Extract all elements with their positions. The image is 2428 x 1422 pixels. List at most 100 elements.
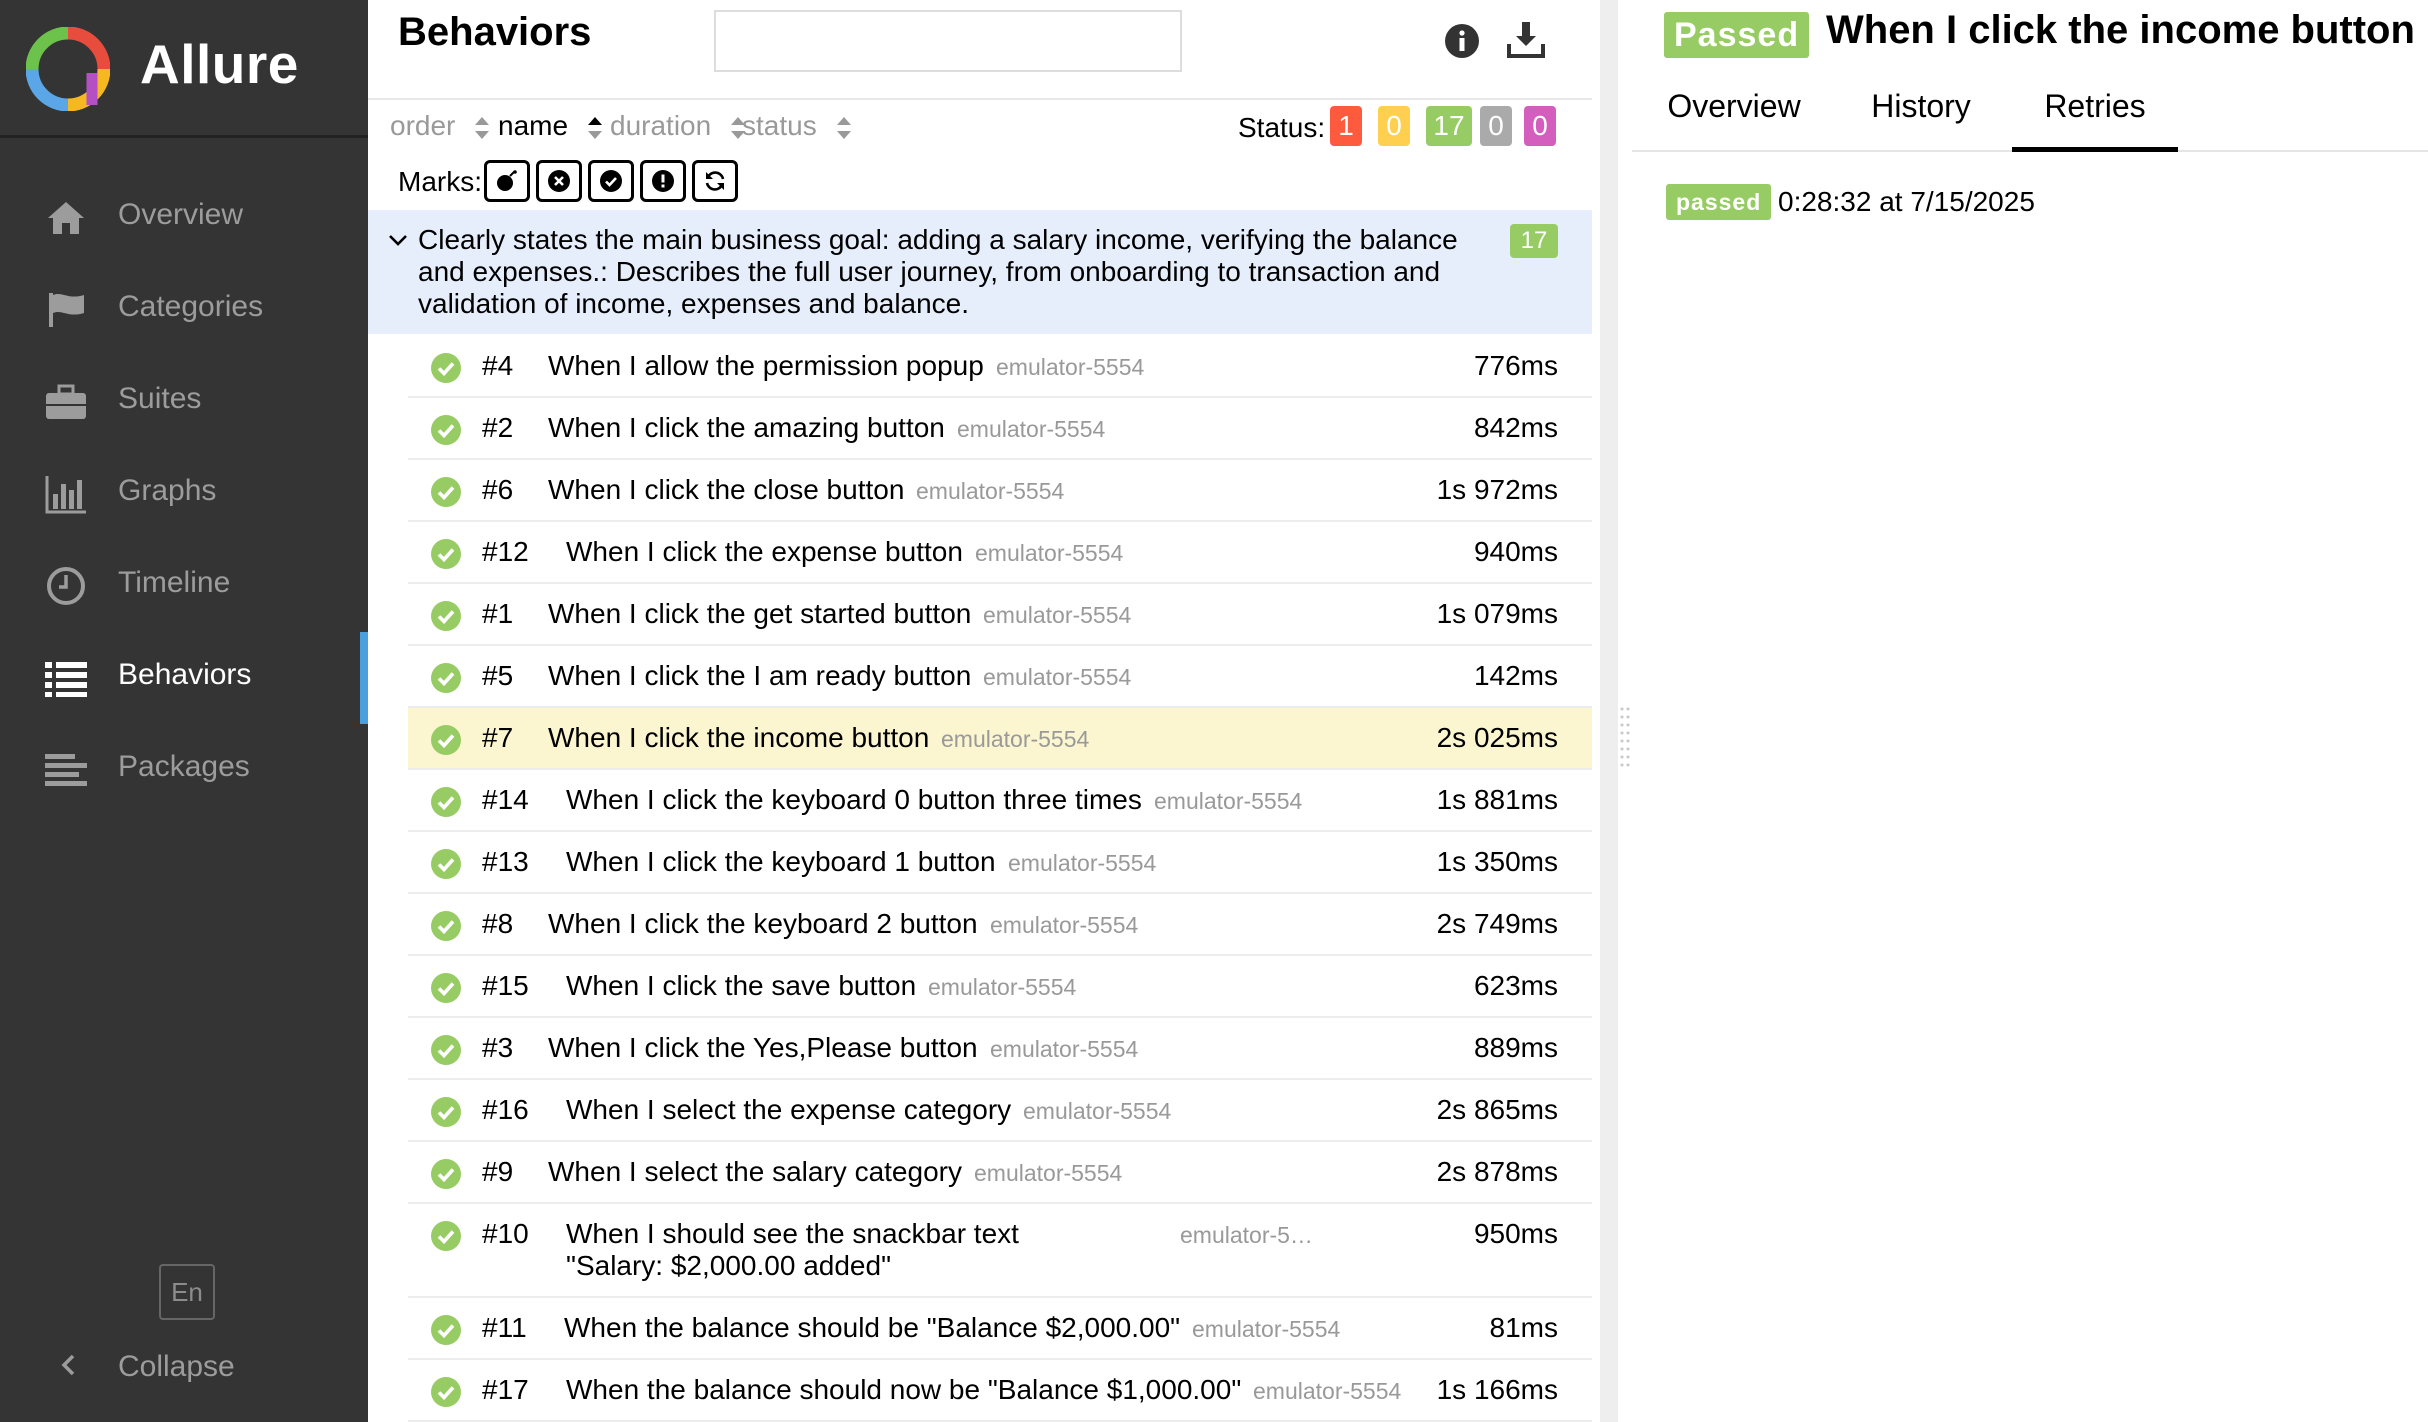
test-host: emulator-5554 — [1154, 788, 1303, 814]
check-circle-icon — [431, 415, 461, 445]
sidebar-item-overview[interactable]: Overview — [0, 172, 368, 264]
tab-retries[interactable]: Retries — [2012, 88, 2178, 152]
sort-arrows-icon — [836, 116, 851, 139]
test-number: #12 — [482, 536, 529, 567]
test-row[interactable]: #12 When I click the expense button emulat… — [408, 522, 1592, 584]
test-host: emulator-5554 — [975, 540, 1124, 566]
test-host: emulator-5554 — [990, 912, 1139, 938]
test-row[interactable]: #8 When I click the keyboard 2 button emul… — [408, 894, 1592, 956]
test-row[interactable]: #10 When I should see the snackbar text "… — [408, 1204, 1592, 1298]
sidebar-item-label: Timeline — [118, 566, 231, 599]
info-icon[interactable] — [1444, 23, 1480, 59]
detail-tabs: Overview History Retries — [1632, 80, 2428, 152]
test-duration: 81ms — [1489, 1312, 1558, 1343]
collapse-label: Collapse — [118, 1350, 235, 1383]
test-host: emulator-5554 — [983, 664, 1132, 690]
status-unknown-badge[interactable]: 0 — [1524, 106, 1556, 146]
test-row[interactable]: #16 When I select the expense category emu… — [408, 1080, 1592, 1142]
page-title: Behaviors — [398, 10, 592, 54]
sort-order-label: order — [390, 110, 456, 141]
bar-chart-icon — [45, 476, 86, 514]
test-host: emulator-5554 — [1008, 850, 1157, 876]
test-name: When I click the save button — [566, 970, 917, 1001]
sidebar-item-packages[interactable]: Packages — [0, 724, 368, 816]
test-status-badge: Passed — [1664, 12, 1810, 58]
check-circle-icon — [431, 353, 461, 383]
marks-label: Marks: — [398, 166, 482, 197]
tab-overview[interactable]: Overview — [1666, 88, 1802, 152]
tab-history[interactable]: History — [1866, 88, 1976, 152]
test-row[interactable]: #1 When I click the get started button emu… — [408, 584, 1592, 646]
mark-new-failed-button[interactable] — [536, 160, 582, 202]
test-name: When I allow the permission popup — [548, 350, 984, 381]
test-host: emulator-5554 — [990, 1036, 1139, 1062]
test-row[interactable]: #2 When I click the amazing button emulato… — [408, 398, 1592, 460]
download-icon[interactable] — [1506, 20, 1546, 60]
test-duration: 2s 749ms — [1436, 908, 1558, 939]
test-duration: 776ms — [1473, 350, 1558, 381]
times-circle-icon — [548, 170, 570, 192]
test-name: When I click the close button — [548, 474, 905, 505]
test-number: #9 — [482, 1156, 514, 1187]
search-input[interactable] — [714, 10, 1182, 72]
test-number: #15 — [482, 970, 529, 1001]
status-passed-badge[interactable]: 17 — [1426, 106, 1472, 146]
test-row[interactable]: #7 When I click the income button emulator… — [408, 708, 1592, 770]
test-duration: 842ms — [1473, 412, 1558, 443]
group-count-badge: 17 — [1510, 224, 1558, 258]
mark-new-broken-button[interactable] — [640, 160, 686, 202]
retry-status-badge: passed — [1666, 184, 1772, 220]
check-circle-icon — [431, 849, 461, 879]
test-name: When the balance should be "Balance $2,0… — [564, 1312, 1181, 1343]
sort-bar: order name duration status Status: 1 0 1… — [368, 98, 1592, 152]
sidebar-item-timeline[interactable]: Timeline — [0, 540, 368, 632]
status-broken-badge[interactable]: 0 — [1378, 106, 1410, 146]
language-button[interactable]: En — [159, 1264, 215, 1320]
status-failed-badge[interactable]: 1 — [1330, 106, 1362, 146]
test-row[interactable]: #11 When the balance should be "Balance $… — [408, 1298, 1592, 1360]
test-name: When I click the keyboard 1 button — [566, 846, 996, 877]
test-number: #5 — [482, 660, 514, 691]
test-row[interactable]: #6 When I click the close button emulator-… — [408, 460, 1592, 522]
test-row[interactable]: #14 When I click the keyboard 0 button th… — [408, 770, 1592, 832]
test-row[interactable]: #5 When I click the I am ready button emul… — [408, 646, 1592, 708]
mark-flaky-button[interactable] — [484, 160, 530, 202]
sidebar-item-categories[interactable]: Categories — [0, 264, 368, 356]
test-row[interactable]: #4 When I allow the permission popup emula… — [408, 336, 1592, 398]
test-number: #7 — [482, 722, 514, 753]
test-row[interactable]: #15 When I click the save button emulator-… — [408, 956, 1592, 1018]
test-row[interactable]: #3 When I click the Yes,Please button emul… — [408, 1018, 1592, 1080]
check-circle-icon — [431, 787, 461, 817]
sort-by-status[interactable]: status — [742, 110, 853, 142]
test-row[interactable]: #17 When the balance should now be "Balan… — [408, 1360, 1592, 1422]
behavior-group-header[interactable]: Clearly states the main business goal: a… — [368, 210, 1592, 334]
collapse-button[interactable]: Collapse — [0, 1336, 368, 1396]
clock-icon — [47, 567, 85, 605]
test-duration: 2s 865ms — [1436, 1094, 1558, 1125]
status-skipped-badge[interactable]: 0 — [1480, 106, 1512, 146]
test-host: emulator-5554 — [941, 726, 1090, 752]
check-circle-icon — [431, 1221, 461, 1251]
test-duration: 623ms — [1473, 970, 1558, 1001]
test-duration: 2s 878ms — [1436, 1156, 1558, 1187]
flag-icon — [49, 293, 84, 327]
mark-retries-button[interactable] — [692, 160, 738, 202]
sort-by-order[interactable]: order — [390, 110, 491, 142]
drag-handle-icon[interactable] — [1620, 705, 1630, 767]
test-number: #16 — [482, 1094, 529, 1125]
sidebar-item-behaviors[interactable]: Behaviors — [0, 632, 368, 724]
test-title: When I click the income button — [1826, 8, 2415, 52]
test-row[interactable]: #13 When I click the keyboard 1 button emu… — [408, 832, 1592, 894]
sort-by-name[interactable]: name — [498, 110, 604, 142]
sidebar-item-suites[interactable]: Suites — [0, 356, 368, 448]
test-row[interactable]: #9 When I select the salary category emula… — [408, 1142, 1592, 1204]
test-name: When I click the amazing button — [548, 412, 945, 443]
sort-by-duration[interactable]: duration — [610, 110, 747, 142]
test-host: emulator-5554 — [996, 354, 1145, 380]
brand-header[interactable]: Allure — [0, 0, 368, 138]
test-name: When I click the keyboard 0 button three… — [566, 784, 1142, 815]
test-name: When I click the get started button — [548, 598, 972, 629]
test-host: emulator-5554 — [983, 602, 1132, 628]
sidebar-item-graphs[interactable]: Graphs — [0, 448, 368, 540]
mark-new-passed-button[interactable] — [588, 160, 634, 202]
